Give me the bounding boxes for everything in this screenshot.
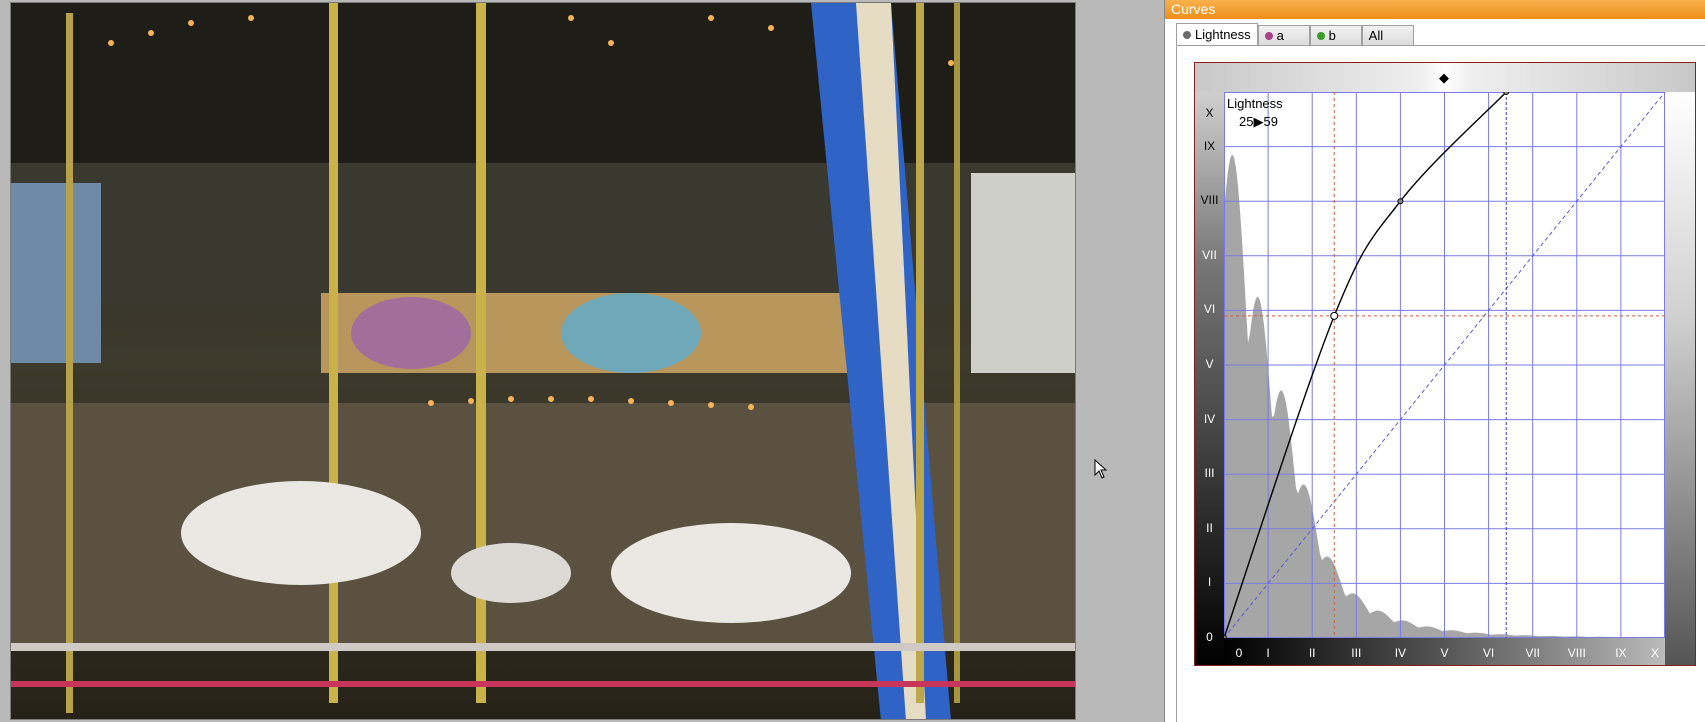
curves-panel: Curves Lightness a b All ◆ X IX VIII VII VI V…: [1164, 0, 1705, 722]
x-axis-label: V: [1440, 646, 1449, 660]
y-axis-label: III: [1204, 466, 1215, 481]
control-point[interactable]: [1330, 311, 1339, 320]
output-gradient-bar[interactable]: ◆: [1195, 63, 1695, 92]
y-axis-label: I: [1207, 575, 1212, 590]
y-axis-label: VI: [1203, 302, 1216, 317]
x-axis-label: VII: [1525, 646, 1541, 660]
control-point[interactable]: [1503, 89, 1510, 95]
right-gradient-bar: [1665, 92, 1695, 665]
arrow-cursor-icon: [1094, 459, 1108, 479]
y-axis-label: IX: [1203, 138, 1216, 153]
x-axis-label: VI: [1482, 646, 1495, 660]
x-axis-label: IV: [1394, 646, 1407, 660]
control-point[interactable]: [1397, 198, 1404, 205]
y-axis-label: IV: [1203, 411, 1216, 426]
y-axis-label: VIII: [1200, 193, 1219, 208]
x-axis-label: VIII: [1567, 646, 1586, 660]
double-arrow-icon[interactable]: ◆: [1439, 70, 1449, 86]
y-axis-label: 0: [1206, 630, 1213, 644]
lightness-dot-icon: [1183, 31, 1191, 39]
y-axis-label: II: [1206, 520, 1213, 535]
x-axis-label: I: [1266, 646, 1270, 660]
x-axis-label: III: [1351, 646, 1362, 660]
tab-label: Lightness: [1195, 27, 1251, 42]
x-axis-label: 0: [1235, 646, 1243, 660]
curve-readout-value: 25▶59: [1239, 114, 1278, 129]
tab-label: b: [1328, 27, 1336, 43]
carousel-photo: [10, 2, 1076, 720]
x-axis-label: II: [1308, 646, 1316, 660]
channel-readout-label: Lightness: [1227, 96, 1283, 111]
y-axis-label: VII: [1202, 247, 1217, 262]
image-canvas[interactable]: [0, 0, 1164, 722]
tab-label: All: [1368, 27, 1384, 43]
a-channel-dot-icon: [1264, 31, 1273, 40]
panel-title: Curves: [1165, 0, 1705, 19]
y-axis-label: V: [1205, 357, 1214, 371]
b-channel-dot-icon: [1316, 31, 1325, 40]
tab-b[interactable]: b: [1309, 25, 1362, 45]
x-axis-label: IX: [1615, 646, 1627, 660]
tab-a[interactable]: a: [1257, 25, 1310, 45]
tab-label: a: [1276, 27, 1284, 43]
tab-lightness[interactable]: Lightness: [1176, 23, 1258, 46]
x-axis-label: X: [1650, 646, 1659, 660]
tab-all[interactable]: All: [1361, 25, 1414, 45]
curve-plot-area[interactable]: Lightness 25▶59: [1221, 89, 1666, 641]
curves-graph[interactable]: ◆ X IX VIII VII VI V IV III II I 0 0 I II III IV V VI VII…: [1194, 62, 1696, 666]
y-axis-label: X: [1205, 106, 1214, 120]
channel-tabs: Lightness a b All: [1176, 23, 1414, 46]
